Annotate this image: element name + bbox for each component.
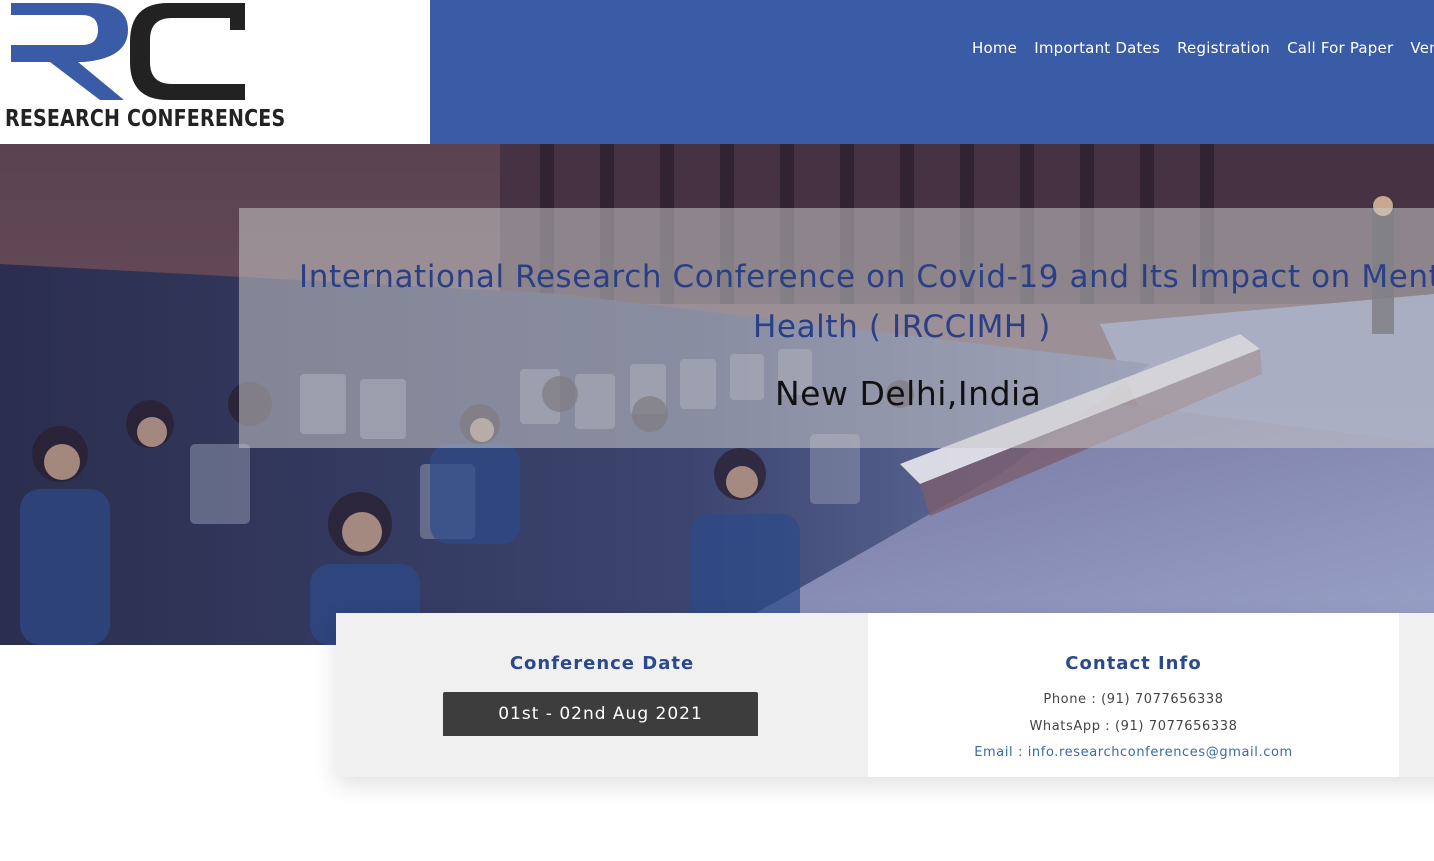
logo-wordmark: RESEARCH CONFERENCES (5, 106, 286, 132)
conference-title-line2: Health ( IRCCIMH ) (753, 309, 1051, 345)
hero-banner: International Research Conference on Cov… (0, 144, 1434, 645)
info-cards: Conference Date 01st - 02nd Aug 2021 Con… (336, 613, 1434, 777)
nav-item-home[interactable]: Home (972, 39, 1017, 57)
contact-info-card: Contact Info Phone : (91) 7077656338 Wha… (868, 613, 1399, 777)
conference-location: New Delhi,India (775, 374, 1042, 413)
nav-menu: Home Important Dates Registration Call F… (972, 38, 1434, 57)
top-navigation: Home Important Dates Registration Call F… (430, 0, 1434, 144)
next-card-edge (1399, 613, 1434, 777)
nav-item-venue[interactable]: Venue (1410, 39, 1434, 57)
conference-title: International Research Conference on Cov… (299, 252, 1434, 352)
nav-item-registration[interactable]: Registration (1177, 39, 1270, 57)
conference-date-card: Conference Date 01st - 02nd Aug 2021 (336, 613, 868, 777)
contact-info-heading: Contact Info (1065, 653, 1202, 674)
hero-title-panel: International Research Conference on Cov… (239, 208, 1434, 448)
conference-date-value: 01st - 02nd Aug 2021 (443, 692, 758, 736)
conference-title-line1: International Research Conference on Cov… (299, 259, 1434, 295)
conference-date-heading: Conference Date (509, 653, 695, 674)
nav-item-call-for-paper[interactable]: Call For Paper (1287, 39, 1393, 57)
contact-whatsapp: WhatsApp : (91) 7077656338 (1029, 719, 1238, 734)
contact-email-link[interactable]: Email : info.researchconferences@gmail.c… (868, 745, 1399, 760)
rc-logo-icon (11, 3, 245, 100)
contact-phone: Phone : (91) 7077656338 (1043, 692, 1224, 707)
site-logo[interactable]: RESEARCH CONFERENCES (0, 0, 430, 144)
nav-item-important-dates[interactable]: Important Dates (1034, 39, 1160, 57)
